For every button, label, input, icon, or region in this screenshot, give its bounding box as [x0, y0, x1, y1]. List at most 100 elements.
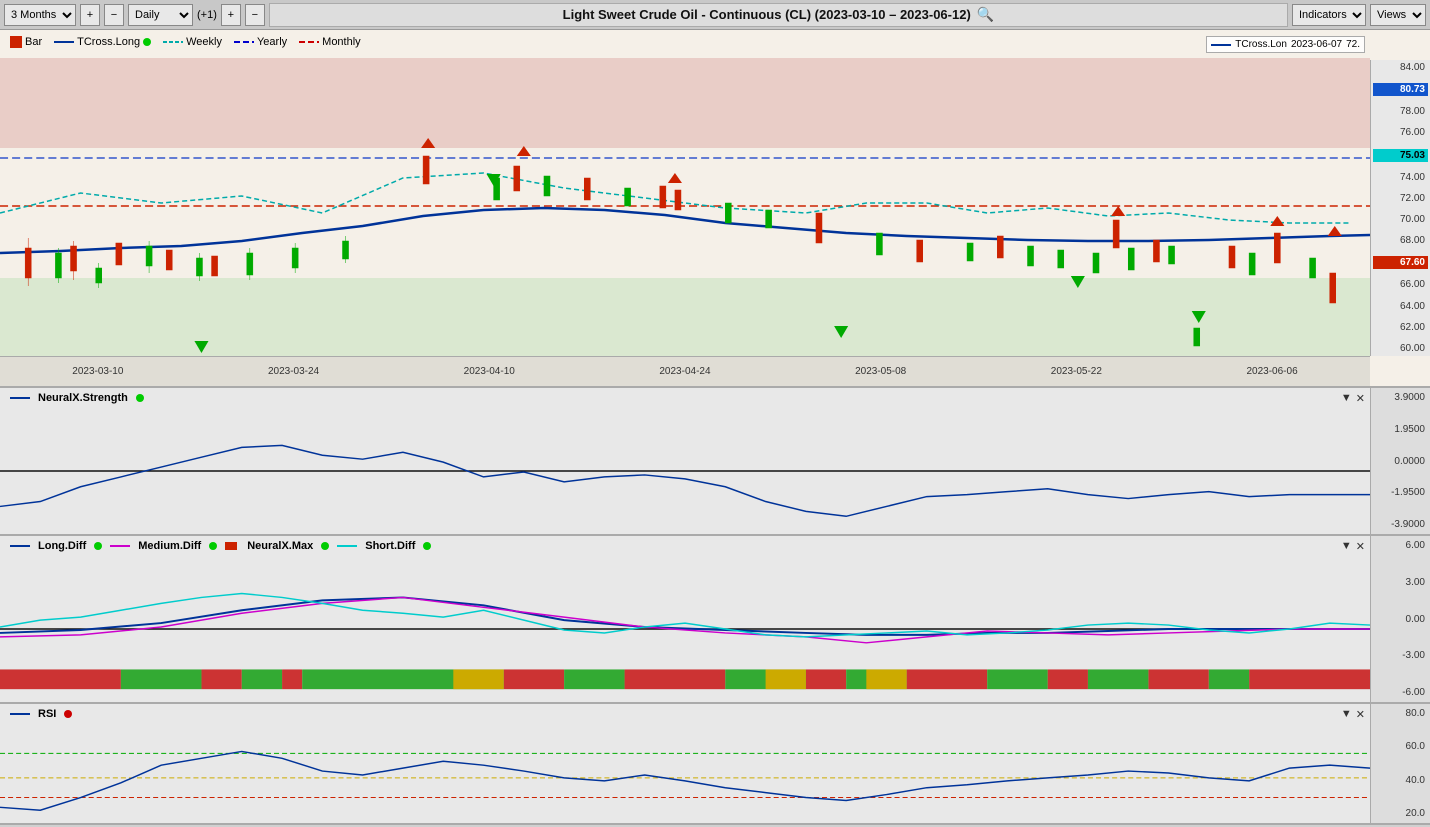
price-84: 84.00	[1373, 62, 1428, 73]
neurax-close-btn[interactable]: ✕	[1356, 392, 1365, 405]
diff-y-0: 0.00	[1373, 614, 1428, 625]
neurax-dot	[136, 394, 144, 402]
legend-monthly: Monthly	[299, 36, 361, 48]
date-axis: 2023-03-10 2023-03-24 2023-04-10 2023-04…	[0, 356, 1370, 386]
band-red-4	[504, 669, 564, 689]
diff-close-btn[interactable]: ✕	[1356, 540, 1365, 553]
diff-y-axis: 6.00 3.00 0.00 -3.00 -6.00	[1370, 536, 1430, 702]
neurax-y--1.9: -1.9500	[1373, 487, 1428, 498]
price-72: 72.00	[1373, 193, 1428, 204]
views-select[interactable]: Views	[1370, 4, 1426, 26]
diff-collapse-btn[interactable]: ▼	[1341, 540, 1352, 553]
diff-panel: Long.Diff Medium.Diff NeuralX.Max Short.…	[0, 536, 1430, 704]
rsi-controls: ▼ ✕	[1341, 708, 1365, 721]
chart-title: Light Sweet Crude Oil - Continuous (CL) …	[269, 3, 1288, 27]
rsi-dot	[64, 710, 72, 718]
yearly-line-icon	[234, 37, 254, 47]
main-chart: Bar TCross.Long Weekly Yearly Monthly TC…	[0, 30, 1430, 388]
chart-legend: Bar TCross.Long Weekly Yearly Monthly	[10, 36, 361, 48]
rsi-panel: RSI ▼ ✕ 80.0 60.0 40.0 20.0	[0, 704, 1430, 825]
date-6: 2023-06-06	[1246, 366, 1297, 377]
neurax-panel: NeuralX.Strength ▼ ✕ 3.9000 1.9500 0.000…	[0, 388, 1430, 536]
long-diff-icon	[10, 541, 30, 551]
tcross-dot	[143, 38, 151, 46]
tcross-label: TCross.Long	[77, 36, 140, 48]
tcross-tooltip: TCross.Lon 2023-06-07 72.	[1206, 36, 1365, 53]
interval-sub-btn[interactable]: −	[245, 4, 265, 26]
band-red-7	[907, 669, 988, 689]
period-add-btn[interactable]: +	[80, 4, 100, 26]
short-diff-icon	[337, 541, 357, 551]
main-chart-svg	[0, 58, 1370, 356]
neurax-collapse-btn[interactable]: ▼	[1341, 392, 1352, 405]
tcross-line-icon	[54, 37, 74, 47]
diff-y--6: -6.00	[1373, 687, 1428, 698]
price-68: 68.00	[1373, 235, 1428, 246]
interval-add-btn[interactable]: +	[221, 4, 241, 26]
date-2: 2023-04-10	[464, 366, 515, 377]
weekly-label: Weekly	[186, 36, 222, 48]
indicators-select[interactable]: Indicators	[1292, 4, 1366, 26]
price-67-60: 67.60	[1373, 256, 1428, 269]
interval-select[interactable]: Daily Weekly Monthly	[128, 4, 193, 26]
price-70: 70.00	[1373, 214, 1428, 225]
yearly-label: Yearly	[257, 36, 287, 48]
legend-weekly: Weekly	[163, 36, 222, 48]
band-green-2	[242, 669, 282, 689]
monthly-label: Monthly	[322, 36, 361, 48]
rsi-y-20: 20.0	[1373, 808, 1428, 819]
price-66: 66.00	[1373, 279, 1428, 290]
long-diff-label: Long.Diff	[38, 540, 86, 552]
pink-zone	[0, 58, 1370, 148]
long-diff-dot	[94, 542, 102, 550]
date-1: 2023-03-24	[268, 366, 319, 377]
diff-y-3: 3.00	[1373, 577, 1428, 588]
band-yellow-1	[453, 669, 503, 689]
period-select[interactable]: 3 Months 1 Month 6 Months 1 Year	[4, 4, 76, 26]
price-64: 64.00	[1373, 301, 1428, 312]
monthly-line-icon	[299, 37, 319, 47]
toolbar-right: Indicators Views	[1292, 4, 1426, 26]
band-green-9	[1209, 669, 1249, 689]
price-80-73: 80.73	[1373, 83, 1428, 96]
bar-label: Bar	[25, 36, 42, 48]
diff-y-6: 6.00	[1373, 540, 1428, 551]
price-74: 74.00	[1373, 172, 1428, 183]
rsi-y-40: 40.0	[1373, 775, 1428, 786]
rsi-line	[0, 751, 1370, 810]
medium-diff-icon	[110, 541, 130, 551]
period-sub-btn[interactable]: −	[104, 4, 124, 26]
neurax-header: NeuralX.Strength	[10, 392, 144, 404]
rsi-collapse-btn[interactable]: ▼	[1341, 708, 1352, 721]
neurax-max-dot	[321, 542, 329, 550]
rsi-svg	[0, 724, 1370, 823]
band-green-1	[121, 669, 202, 689]
band-yellow-2	[766, 669, 806, 689]
band-green-7	[987, 669, 1047, 689]
band-red-2	[201, 669, 241, 689]
band-red-6	[806, 669, 846, 689]
diff-svg	[0, 556, 1370, 702]
rsi-close-btn[interactable]: ✕	[1356, 708, 1365, 721]
medium-diff-label: Medium.Diff	[138, 540, 201, 552]
band-red-9	[1148, 669, 1208, 689]
weekly-line-icon	[163, 37, 183, 47]
rsi-y-axis: 80.0 60.0 40.0 20.0	[1370, 704, 1430, 823]
price-60: 60.00	[1373, 343, 1428, 354]
legend-bar: Bar	[10, 36, 42, 48]
band-yellow-3	[866, 669, 906, 689]
date-5: 2023-05-22	[1051, 366, 1102, 377]
date-0: 2023-03-10	[72, 366, 123, 377]
rsi-y-80: 80.0	[1373, 708, 1428, 719]
tcross-long-line	[0, 208, 1370, 253]
date-4: 2023-05-08	[855, 366, 906, 377]
price-62: 62.00	[1373, 322, 1428, 333]
delta-label: (+1)	[197, 9, 217, 21]
neurax-y-3.9: 3.9000	[1373, 392, 1428, 403]
medium-diff-dot	[209, 542, 217, 550]
neurax-y-1.9: 1.9500	[1373, 424, 1428, 435]
search-icon[interactable]: 🔍	[977, 6, 994, 23]
rsi-y-60: 60.0	[1373, 741, 1428, 752]
diff-header: Long.Diff Medium.Diff NeuralX.Max Short.…	[10, 540, 431, 552]
tcross-tooltip-icon	[1211, 40, 1231, 50]
